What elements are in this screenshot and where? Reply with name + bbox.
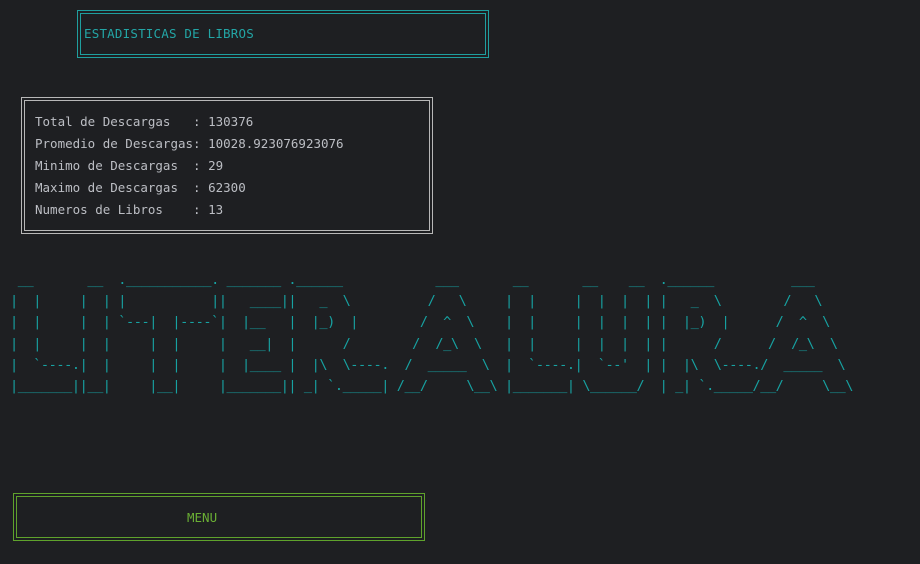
stat-label: Maximo de Descargas bbox=[35, 180, 194, 195]
stat-value: 13 bbox=[208, 202, 224, 217]
stat-average-downloads: Promedio de Descargas: 10028.92307692307… bbox=[35, 136, 344, 151]
page-title: ESTADISTICAS DE LIBROS bbox=[84, 26, 254, 41]
stat-min-downloads: Minimo de Descargas : 29 bbox=[35, 158, 224, 173]
ascii-banner-literalura: __ __ .___________. _______ .______ ___ … bbox=[10, 272, 854, 395]
stat-label: Numeros de Libros bbox=[35, 202, 194, 217]
stat-value: 130376 bbox=[208, 114, 254, 129]
stat-label: Promedio de Descargas bbox=[35, 136, 194, 151]
stat-label: Total de Descargas bbox=[35, 114, 194, 129]
stat-value: 10028.923076923076 bbox=[208, 136, 344, 151]
menu-button[interactable] bbox=[13, 493, 425, 541]
stat-value: 62300 bbox=[208, 180, 246, 195]
stat-total-downloads: Total de Descargas : 130376 bbox=[35, 114, 254, 129]
stat-max-downloads: Maximo de Descargas : 62300 bbox=[35, 180, 246, 195]
menu-button-label: MENU bbox=[187, 510, 218, 525]
stat-book-count: Numeros de Libros : 13 bbox=[35, 202, 224, 217]
stat-value: 29 bbox=[208, 158, 224, 173]
stat-label: Minimo de Descargas bbox=[35, 158, 194, 173]
